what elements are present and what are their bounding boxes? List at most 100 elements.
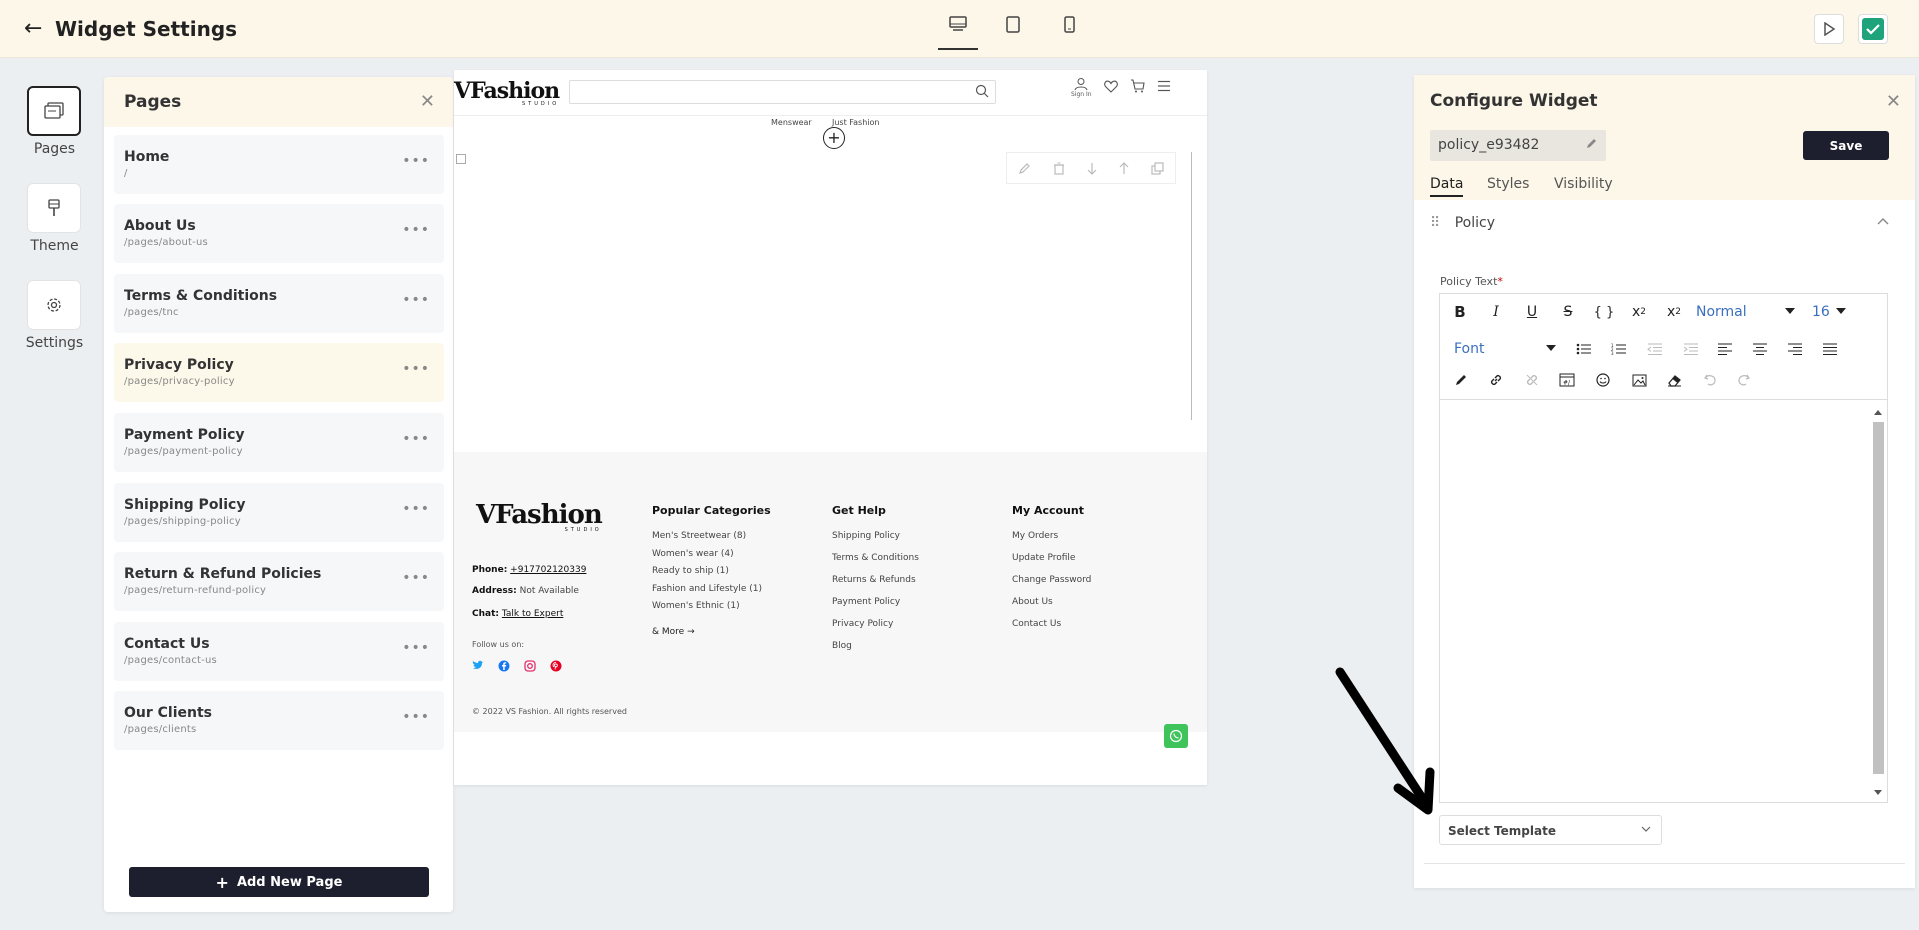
store-search-input[interactable] [569, 80, 996, 104]
rail-pages-button[interactable] [27, 86, 81, 136]
arrow-down-icon[interactable] [1087, 162, 1097, 175]
redo-icon[interactable] [1732, 369, 1756, 391]
bold-icon[interactable]: B [1448, 301, 1472, 323]
more-options-icon[interactable]: ••• [402, 570, 430, 586]
tab-data[interactable]: Data [1430, 176, 1464, 197]
more-options-icon[interactable]: ••• [402, 153, 430, 169]
footer-link[interactable]: Women's Ethnic (1) [652, 601, 771, 619]
edit-icon[interactable] [1018, 162, 1031, 175]
page-item[interactable]: Return & Refund Policies /pages/return-r… [114, 552, 444, 611]
mobile-view-button[interactable] [1049, 16, 1089, 50]
heart-icon[interactable] [1103, 80, 1118, 93]
editor-text-area[interactable] [1440, 399, 1887, 802]
outdent-icon[interactable] [1643, 338, 1667, 360]
footer-link[interactable]: My Orders [1012, 531, 1091, 553]
underline-icon[interactable]: U [1520, 301, 1544, 323]
more-options-icon[interactable]: ••• [402, 292, 430, 308]
nav-link-menswear[interactable]: Menswear [771, 118, 812, 127]
align-left-icon[interactable] [1713, 338, 1737, 360]
code-block-icon[interactable]: { } [1592, 301, 1616, 323]
eraser-icon[interactable] [1662, 369, 1686, 391]
duplicate-icon[interactable] [1151, 161, 1164, 175]
preview-button[interactable] [1814, 14, 1844, 44]
page-item[interactable]: Home / ••• [114, 135, 444, 194]
align-right-icon[interactable] [1783, 338, 1807, 360]
nav-link-just-fashion[interactable]: Just Fashion [832, 118, 879, 127]
footer-link[interactable]: Payment Policy [832, 597, 919, 619]
close-icon[interactable]: ✕ [1886, 91, 1901, 112]
footer-link[interactable]: Update Profile [1012, 553, 1091, 575]
editor-scrollbar[interactable] [1871, 402, 1885, 801]
whatsapp-icon[interactable] [1164, 724, 1188, 748]
superscript-icon[interactable]: x2 [1627, 301, 1651, 323]
page-item[interactable]: About Us /pages/about-us ••• [114, 204, 444, 263]
more-options-icon[interactable]: ••• [402, 431, 430, 447]
store-logo[interactable]: VFashion STUDIO [454, 78, 560, 107]
desktop-view-button[interactable] [938, 16, 978, 50]
numbered-list-icon[interactable]: 123 [1607, 338, 1631, 360]
back-arrow-icon[interactable]: ← [24, 18, 42, 40]
footer-link[interactable]: About Us [1012, 597, 1091, 619]
scroll-up-icon[interactable] [1874, 410, 1882, 415]
footer-link[interactable]: Terms & Conditions [832, 553, 919, 575]
footer-link[interactable]: Privacy Policy [832, 619, 919, 641]
tab-visibility[interactable]: Visibility [1554, 176, 1613, 192]
chevron-up-icon[interactable] [1877, 217, 1889, 225]
align-justify-icon[interactable] [1818, 338, 1842, 360]
undo-icon[interactable] [1698, 369, 1722, 391]
more-options-icon[interactable]: ••• [402, 640, 430, 656]
rail-settings-button[interactable] [27, 280, 81, 330]
bullet-list-icon[interactable] [1572, 338, 1596, 360]
footer-link[interactable]: Change Password [1012, 575, 1091, 597]
widget-name-field[interactable]: policy_e93482 [1430, 130, 1606, 161]
footer-link[interactable]: Ready to ship (1) [652, 566, 771, 584]
more-options-icon[interactable]: ••• [402, 361, 430, 377]
close-icon[interactable]: ✕ [420, 91, 435, 112]
more-options-icon[interactable]: ••• [402, 222, 430, 238]
phone-link[interactable]: +917702120339 [510, 565, 586, 575]
footer-link[interactable]: Women's wear (4) [652, 549, 771, 567]
page-item[interactable]: Our Clients /pages/clients ••• [114, 691, 444, 750]
trash-icon[interactable] [1053, 162, 1065, 175]
menu-icon[interactable] [1157, 80, 1171, 92]
subscript-icon[interactable]: x2 [1662, 301, 1686, 323]
text-color-icon[interactable] [1449, 369, 1473, 391]
scrollbar-thumb[interactable] [1873, 422, 1884, 774]
footer-link[interactable]: Blog [832, 641, 919, 663]
embed-code-icon[interactable]: #/ [1555, 369, 1579, 391]
pencil-icon[interactable] [1585, 137, 1598, 150]
image-icon[interactable] [1627, 369, 1651, 391]
align-center-icon[interactable] [1748, 338, 1772, 360]
page-item[interactable]: Contact Us /pages/contact-us ••• [114, 622, 444, 681]
page-item-selected[interactable]: Privacy Policy /pages/privacy-policy ••• [114, 343, 444, 402]
instagram-icon[interactable] [524, 660, 536, 672]
more-categories-link[interactable]: & More → [652, 627, 771, 637]
pinterest-icon[interactable] [550, 660, 562, 672]
add-widget-plus-icon[interactable]: + [823, 127, 845, 149]
rail-theme-button[interactable] [27, 183, 81, 233]
strikethrough-icon[interactable]: S [1556, 301, 1580, 323]
save-button[interactable]: Save [1803, 131, 1889, 160]
font-family-select[interactable]: Font [1454, 336, 1562, 362]
page-item[interactable]: Payment Policy /pages/payment-policy ••• [114, 413, 444, 472]
more-options-icon[interactable]: ••• [402, 501, 430, 517]
footer-link[interactable]: Shipping Policy [832, 531, 919, 553]
page-item[interactable]: Terms & Conditions /pages/tnc ••• [114, 274, 444, 333]
emoji-icon[interactable] [1591, 369, 1615, 391]
italic-icon[interactable]: I [1484, 301, 1508, 323]
scroll-down-icon[interactable] [1874, 790, 1882, 795]
sign-in-link[interactable]: Sign In [1071, 77, 1092, 98]
tablet-view-button[interactable] [993, 16, 1033, 50]
footer-link[interactable]: Returns & Refunds [832, 575, 919, 597]
footer-link[interactable]: Contact Us [1012, 619, 1091, 641]
footer-link[interactable]: Fashion and Lifestyle (1) [652, 584, 771, 602]
twitter-icon[interactable] [472, 660, 484, 671]
paragraph-format-select[interactable]: Normal [1696, 299, 1801, 325]
cart-icon[interactable] [1130, 79, 1145, 93]
unlink-icon[interactable] [1520, 369, 1544, 391]
drag-handle-icon[interactable]: ⠿ [1430, 215, 1440, 231]
more-options-icon[interactable]: ••• [402, 709, 430, 725]
publish-button[interactable] [1858, 14, 1888, 44]
facebook-icon[interactable] [498, 660, 510, 672]
indent-icon[interactable] [1679, 338, 1703, 360]
